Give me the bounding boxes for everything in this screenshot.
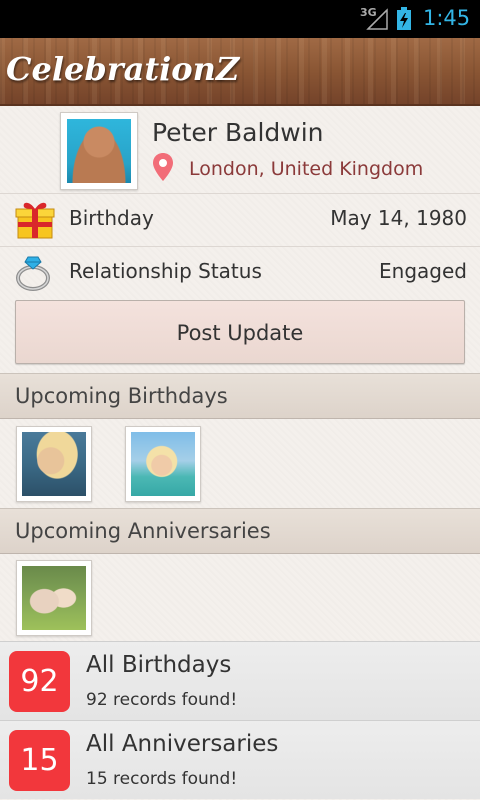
all-anniversaries-subtitle: 15 records found! (86, 769, 238, 789)
signal-icon (366, 8, 388, 30)
birthday-thumb-image (131, 432, 195, 496)
upcoming-birthdays-title: Upcoming Birthdays (15, 384, 228, 408)
all-anniversaries-title: All Anniversaries (86, 731, 279, 757)
upcoming-birthdays-header: Upcoming Birthdays (0, 373, 480, 419)
birthday-thumb-image (22, 432, 86, 496)
relationship-value: Engaged (379, 259, 467, 283)
birthday-thumb[interactable] (125, 426, 201, 502)
post-update-button[interactable]: Post Update (15, 300, 465, 364)
relationship-row: Relationship Status Engaged (0, 246, 480, 296)
location-pin-icon (153, 153, 173, 181)
app-title: CelebrationZ (6, 50, 240, 88)
birthday-row: Birthday May 14, 1980 (0, 193, 480, 243)
all-birthdays-row[interactable]: 92 All Birthdays 92 records found! (0, 641, 480, 720)
relationship-label: Relationship Status (69, 259, 262, 283)
anniversary-thumb-image (22, 566, 86, 630)
all-anniversaries-row[interactable]: 15 All Anniversaries 15 records found! (0, 720, 480, 799)
profile-name: Peter Baldwin (152, 118, 324, 147)
clock: 1:45 (423, 6, 471, 30)
main-content: Peter Baldwin London, United Kingdom Bir… (0, 106, 480, 800)
birthday-label: Birthday (69, 206, 154, 230)
app-bar: CelebrationZ (0, 38, 480, 106)
all-birthdays-subtitle: 92 records found! (86, 690, 238, 710)
anniversary-thumb[interactable] (16, 560, 92, 636)
birthdays-count-badge: 92 (9, 651, 70, 712)
profile-location: London, United Kingdom (189, 158, 424, 180)
upcoming-anniversaries-title: Upcoming Anniversaries (15, 519, 271, 543)
birthday-thumb[interactable] (16, 426, 92, 502)
profile-photo-image (67, 119, 131, 183)
upcoming-anniversaries-header: Upcoming Anniversaries (0, 508, 480, 554)
gift-icon (15, 202, 55, 239)
profile-photo[interactable] (60, 112, 138, 190)
status-bar: 3G 1:45 (0, 0, 480, 38)
all-birthdays-title: All Birthdays (86, 652, 232, 678)
battery-charging-icon (397, 7, 411, 30)
anniversaries-count-badge: 15 (9, 730, 70, 791)
birthday-value: May 14, 1980 (330, 206, 467, 230)
ring-icon (16, 256, 50, 291)
